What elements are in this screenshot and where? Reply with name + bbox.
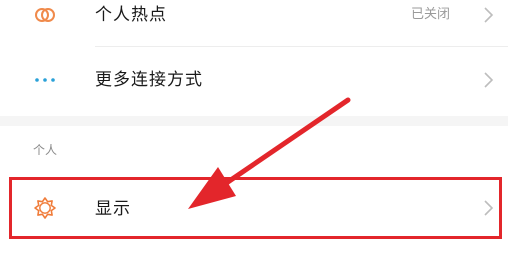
settings-screen: 个人热点 已关闭 更多连接方式 个人 显示 [0,0,508,260]
section-separator [0,116,508,126]
section-header-personal: 个人 [33,143,58,157]
highlight-box [9,177,502,239]
chevron-right-icon [482,5,496,25]
chevron-right-icon [482,70,496,90]
hotspot-icon [33,3,57,27]
settings-row-label: 个人热点 [95,5,167,25]
settings-row-label: 更多连接方式 [95,70,203,90]
more-dots-icon [33,68,57,92]
status-text: 已关闭 [410,7,450,22]
settings-row-more-connections[interactable]: 更多连接方式 [0,47,508,113]
settings-row-personal-hotspot[interactable]: 个人热点 已关闭 [0,0,508,38]
